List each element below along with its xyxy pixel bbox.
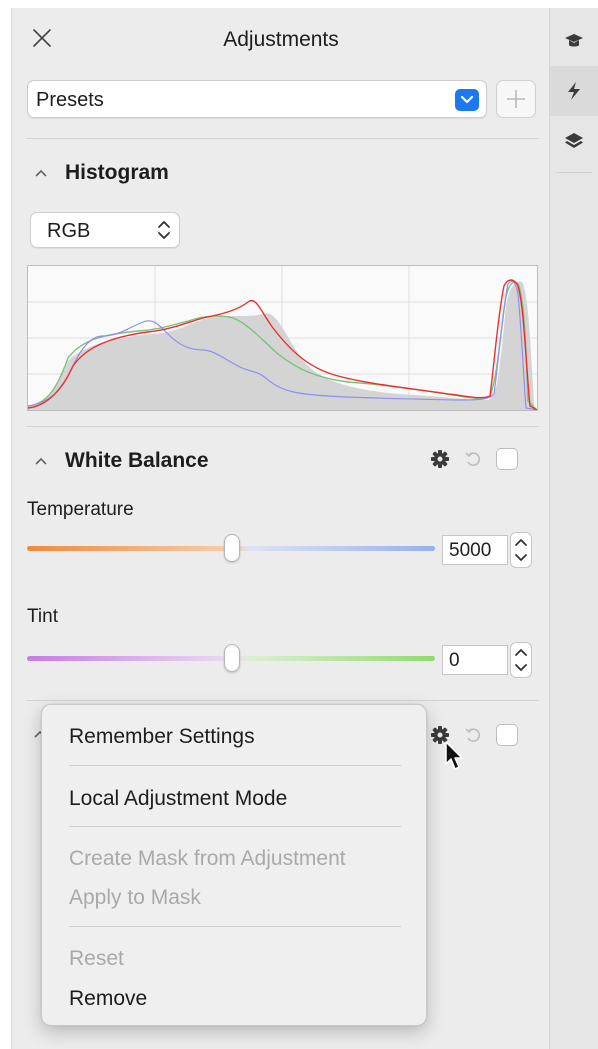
- divider: [27, 138, 539, 139]
- rail-button-learn[interactable]: [550, 16, 598, 66]
- white-balance-enable-checkbox[interactable]: [496, 448, 518, 470]
- gear-icon[interactable]: [430, 449, 450, 469]
- section-context-menu: Remember Settings Local Adjustment Mode …: [41, 704, 427, 1026]
- histogram-graph: [27, 266, 538, 411]
- undo-icon[interactable]: [464, 450, 482, 468]
- tint-stepper[interactable]: [510, 642, 532, 678]
- divider: [27, 426, 539, 427]
- white-balance-tools: [430, 448, 518, 470]
- temperature-label: Temperature: [27, 499, 134, 520]
- layers-icon: [565, 133, 583, 148]
- plus-icon: [507, 90, 525, 108]
- white-balance-section-header[interactable]: White Balance: [27, 446, 209, 476]
- updown-chevron-icon: [515, 649, 527, 671]
- channel-select[interactable]: RGB: [30, 212, 180, 248]
- histogram-chart: [27, 265, 538, 411]
- menu-item-reset: Reset: [69, 947, 124, 970]
- undo-icon[interactable]: [464, 726, 482, 744]
- menu-item-local-adjustment-mode[interactable]: Local Adjustment Mode: [69, 787, 287, 811]
- graduation-cap-icon: [565, 34, 583, 47]
- lightning-icon: [568, 82, 580, 100]
- channel-label: RGB: [47, 220, 91, 242]
- presets-label: Presets: [36, 89, 104, 111]
- histogram-section-header[interactable]: Histogram: [27, 158, 169, 188]
- add-preset-button[interactable]: [496, 80, 536, 118]
- tint-label: Tint: [27, 606, 58, 627]
- mouse-pointer-icon: [445, 741, 463, 770]
- menu-separator: [69, 765, 401, 766]
- panel-title: Adjustments: [223, 28, 339, 51]
- histogram-title: Histogram: [65, 161, 169, 184]
- divider: [27, 700, 539, 701]
- menu-item-remove[interactable]: Remove: [69, 987, 147, 1011]
- rail-divider: [556, 172, 592, 173]
- updown-chevron-icon: [515, 539, 527, 561]
- rail-button-layers[interactable]: [550, 116, 598, 166]
- chevron-down-icon: [455, 89, 479, 111]
- caret-up-icon[interactable]: [33, 453, 49, 469]
- menu-item-create-mask: Create Mask from Adjustment: [69, 847, 346, 870]
- white-balance-title: White Balance: [65, 449, 209, 472]
- temperature-slider-knob[interactable]: [224, 534, 240, 562]
- section-enable-checkbox[interactable]: [496, 724, 518, 746]
- tint-slider-knob[interactable]: [224, 644, 240, 672]
- updown-chevron-icon: [158, 221, 170, 239]
- inspector-rail: [549, 8, 598, 1049]
- menu-separator: [69, 926, 401, 927]
- temperature-stepper[interactable]: [510, 532, 532, 568]
- temperature-input[interactable]: 5000: [442, 535, 508, 565]
- menu-separator: [69, 826, 401, 827]
- panel-title-bar: Adjustments: [12, 8, 550, 68]
- caret-up-icon[interactable]: [33, 165, 49, 181]
- rail-button-adjustments[interactable]: [550, 66, 598, 116]
- menu-item-remember-settings[interactable]: Remember Settings: [69, 725, 255, 749]
- tint-input[interactable]: 0: [442, 645, 508, 675]
- presets-dropdown[interactable]: Presets: [27, 80, 487, 118]
- menu-item-apply-to-mask: Apply to Mask: [69, 886, 201, 909]
